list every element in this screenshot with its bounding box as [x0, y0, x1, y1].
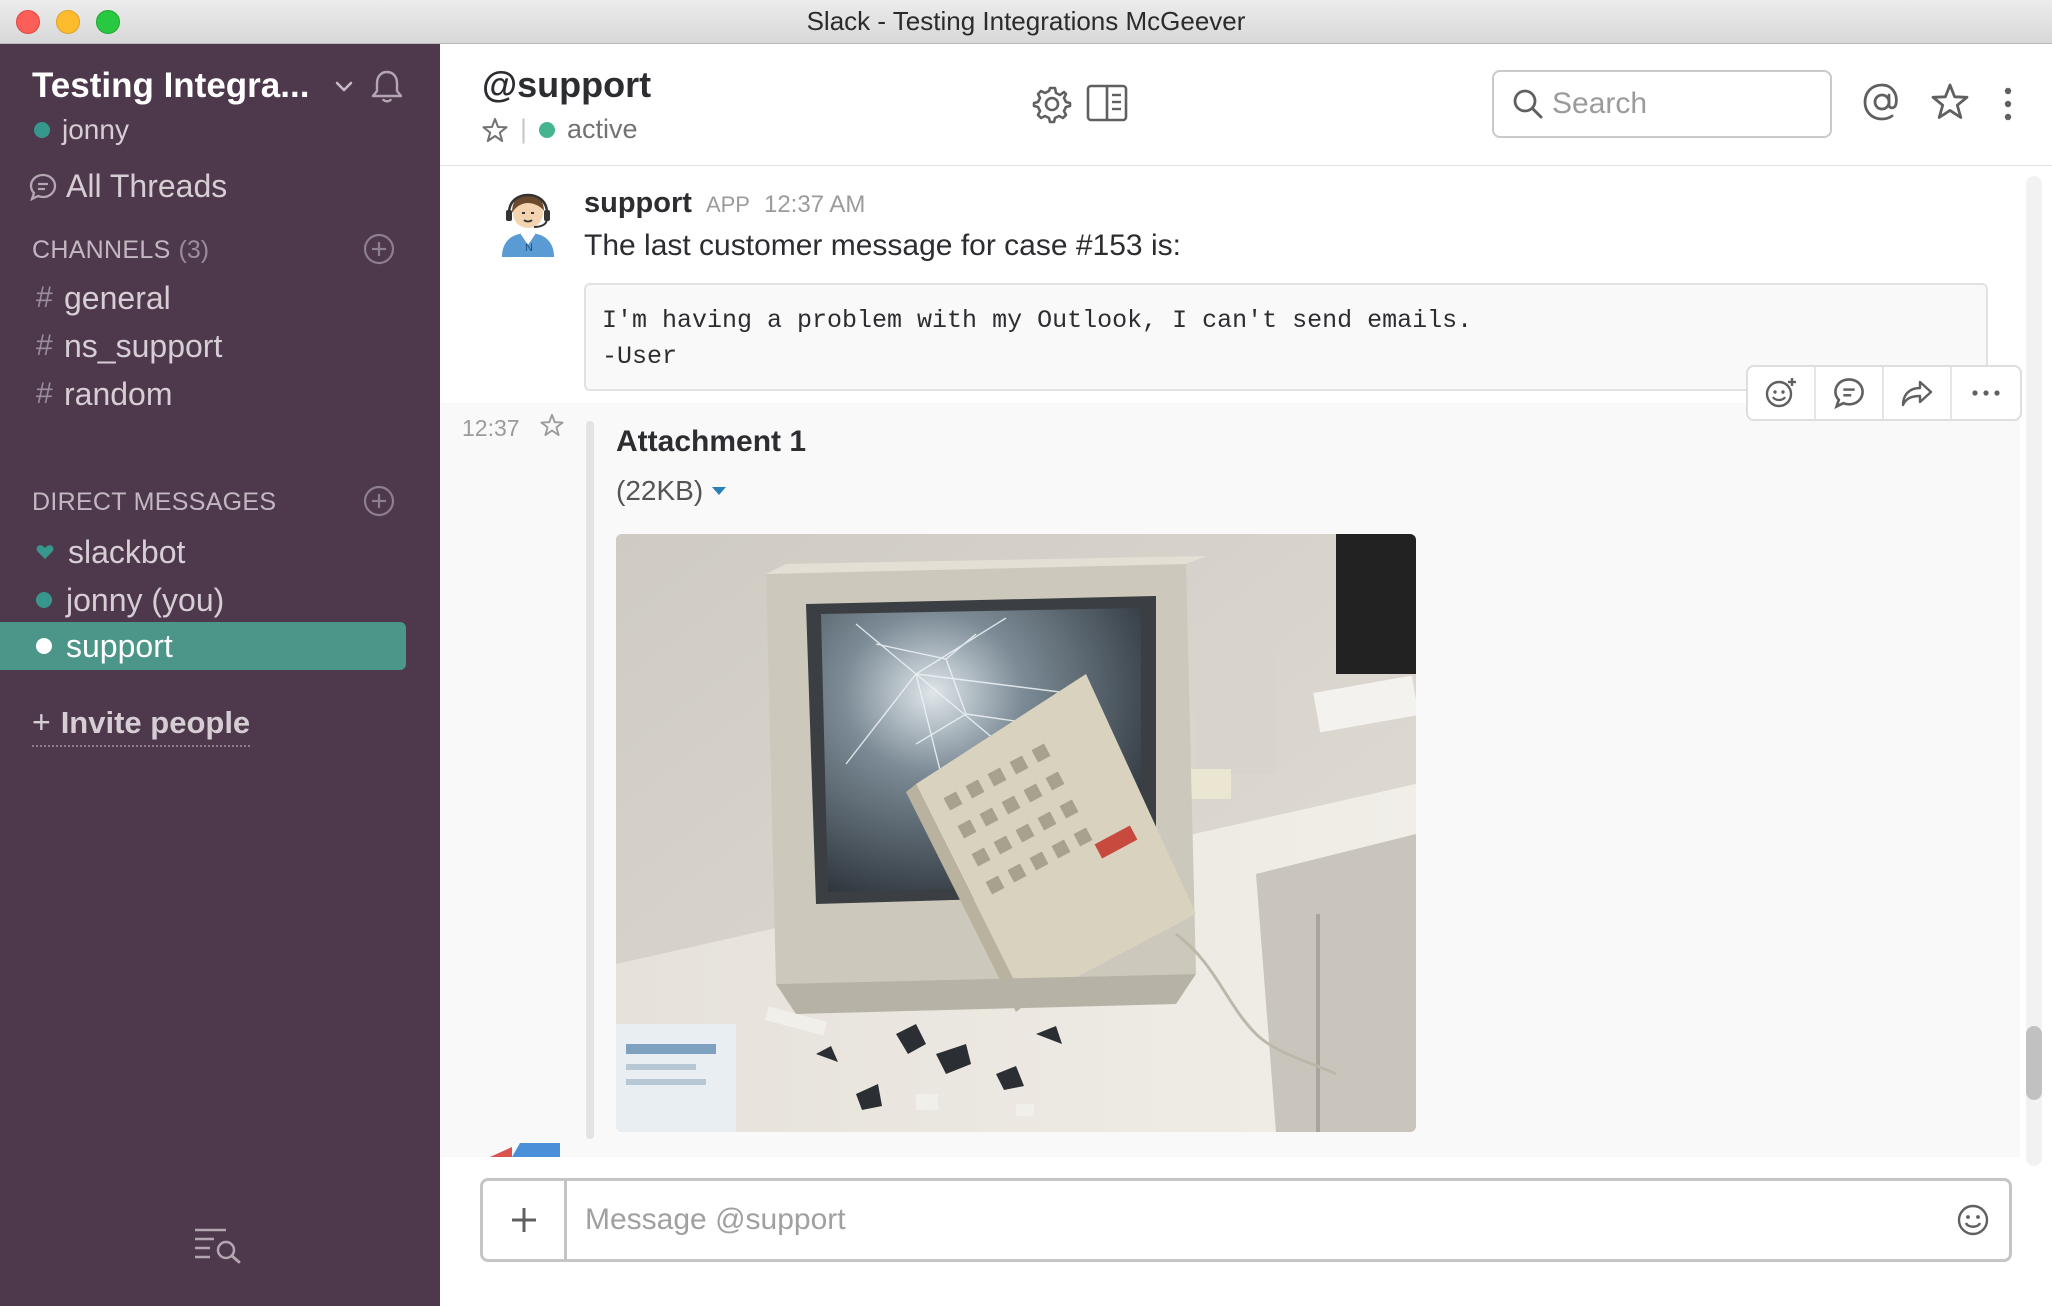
hover-timestamp[interactable]: 12:37	[462, 415, 520, 442]
team-menu[interactable]: Testing Integra...	[32, 64, 412, 108]
current-user-status[interactable]: jonny	[34, 114, 129, 146]
sidebar-toggle-icon[interactable]	[1086, 84, 1128, 122]
gear-icon[interactable]	[1032, 84, 1072, 124]
plus-icon: +	[32, 704, 51, 740]
add-dm-icon[interactable]	[362, 484, 396, 518]
search-input[interactable]	[1552, 87, 1812, 121]
more-actions-button[interactable]	[1952, 367, 2020, 419]
message-actions	[1746, 365, 2022, 421]
dm-header-label: DIRECT MESSAGES	[32, 487, 277, 516]
window-title: Slack - Testing Integrations McGeever	[806, 6, 1246, 36]
minimize-window-button[interactable]	[56, 10, 80, 34]
attach-file-button[interactable]	[483, 1181, 567, 1259]
message-composer	[480, 1178, 2012, 1262]
dm-name: slackbot	[68, 533, 186, 570]
sidebar-item-random[interactable]: # random	[36, 372, 173, 416]
dm-section-header[interactable]: DIRECT MESSAGES	[32, 484, 412, 520]
mention-icon[interactable]	[1862, 82, 1902, 122]
message-text: The last customer message for case #153 …	[584, 229, 1181, 262]
share-message-button[interactable]	[1884, 367, 1952, 419]
channel-name: general	[64, 279, 171, 316]
broken-monitor-photo	[616, 534, 1416, 1132]
support-avatar[interactable]: N	[492, 185, 564, 257]
message-scrollbar[interactable]	[2026, 176, 2042, 1166]
message-timestamp[interactable]: 12:37 AM	[764, 191, 865, 219]
channel-header: @support | active	[440, 44, 2052, 166]
app-badge: APP	[705, 192, 750, 217]
attachment-size: (22KB)	[616, 475, 704, 506]
starred-items-icon[interactable]	[1930, 82, 1970, 122]
thread-icon	[1834, 378, 1864, 410]
sidebar-item-support[interactable]: support	[0, 622, 406, 670]
threads-icon	[29, 173, 57, 201]
attachment-size-row[interactable]: (22KB)	[616, 475, 727, 507]
share-icon	[1901, 380, 1933, 407]
caret-down-icon[interactable]	[711, 485, 727, 497]
add-channel-icon[interactable]	[362, 232, 396, 266]
hash-icon: #	[36, 281, 53, 314]
all-threads-label: All Threads	[66, 168, 228, 204]
window-titlebar: Slack - Testing Integrations McGeever	[0, 0, 2052, 44]
channels-count: (3)	[178, 235, 210, 264]
emoji-picker-button[interactable]	[1937, 1181, 2009, 1259]
attachment-title[interactable]: Attachment 1	[616, 425, 806, 459]
message-input[interactable]	[567, 1181, 1937, 1259]
channel-name: random	[64, 375, 173, 412]
more-icon	[1972, 390, 2000, 396]
dm-name: jonny (you)	[66, 581, 225, 618]
team-name[interactable]: Testing Integra...	[32, 66, 332, 106]
dm-name: support	[66, 627, 173, 664]
next-message-avatar[interactable]	[490, 1143, 560, 1157]
plus-icon	[511, 1208, 536, 1232]
search-icon	[1513, 89, 1543, 119]
close-window-button[interactable]	[16, 10, 40, 34]
sender-name[interactable]: support	[584, 187, 692, 220]
star-icon[interactable]	[482, 117, 508, 143]
channel-name: ns_support	[64, 327, 223, 364]
presence-dot	[36, 638, 52, 654]
hash-icon: #	[36, 329, 53, 362]
message-header: support APP 12:37 AM	[584, 187, 865, 220]
sidebar: Testing Integra... jonny All Threads CHA…	[0, 44, 440, 1306]
channels-header-label: CHANNELS	[32, 235, 171, 264]
invite-label: Invite people	[60, 704, 251, 740]
sidebar-item-all-threads[interactable]: All Threads	[28, 168, 227, 205]
search-box[interactable]	[1492, 70, 1832, 138]
channels-section-header[interactable]: CHANNELS (3)	[32, 232, 412, 268]
zoom-window-button[interactable]	[96, 10, 120, 34]
sidebar-item-ns-support[interactable]: # ns_support	[36, 324, 222, 368]
invite-people-link[interactable]: + Invite people	[32, 704, 251, 747]
chevron-down-icon[interactable]	[334, 80, 354, 94]
avatar-partial	[490, 1143, 560, 1157]
start-thread-button[interactable]	[1816, 367, 1884, 419]
presence-dot	[36, 592, 52, 608]
svg-text:N: N	[525, 242, 533, 254]
message-pane: N support APP 12:37 AM The last customer…	[440, 167, 2030, 1157]
sidebar-item-jonny[interactable]: jonny (you)	[36, 578, 224, 622]
presence-dot	[539, 121, 556, 138]
channel-title[interactable]: @support	[482, 64, 651, 106]
active-dm-row: support	[36, 624, 173, 668]
add-reaction-button[interactable]	[1748, 367, 1816, 419]
attachment-image[interactable]	[616, 534, 1416, 1132]
emoji-icon	[1957, 1204, 1989, 1236]
more-vertical-icon[interactable]	[2002, 86, 2014, 122]
heart-icon	[36, 545, 54, 559]
meta-divider: |	[520, 114, 528, 144]
sidebar-item-slackbot[interactable]: slackbot	[36, 530, 185, 574]
window-controls	[16, 10, 120, 34]
current-user-name: jonny	[62, 114, 129, 145]
add-reaction-icon	[1765, 378, 1796, 408]
attachment-border	[586, 421, 594, 1139]
bell-icon[interactable]	[370, 68, 404, 104]
quick-switcher-icon[interactable]	[192, 1224, 244, 1264]
sidebar-item-general[interactable]: # general	[36, 276, 171, 320]
presence-dot	[34, 122, 50, 138]
star-icon[interactable]	[540, 413, 564, 437]
channel-meta: | active	[482, 114, 638, 145]
presence-status: active	[567, 114, 638, 144]
scrollbar-thumb[interactable]	[2026, 1026, 2042, 1100]
hash-icon: #	[36, 377, 53, 410]
